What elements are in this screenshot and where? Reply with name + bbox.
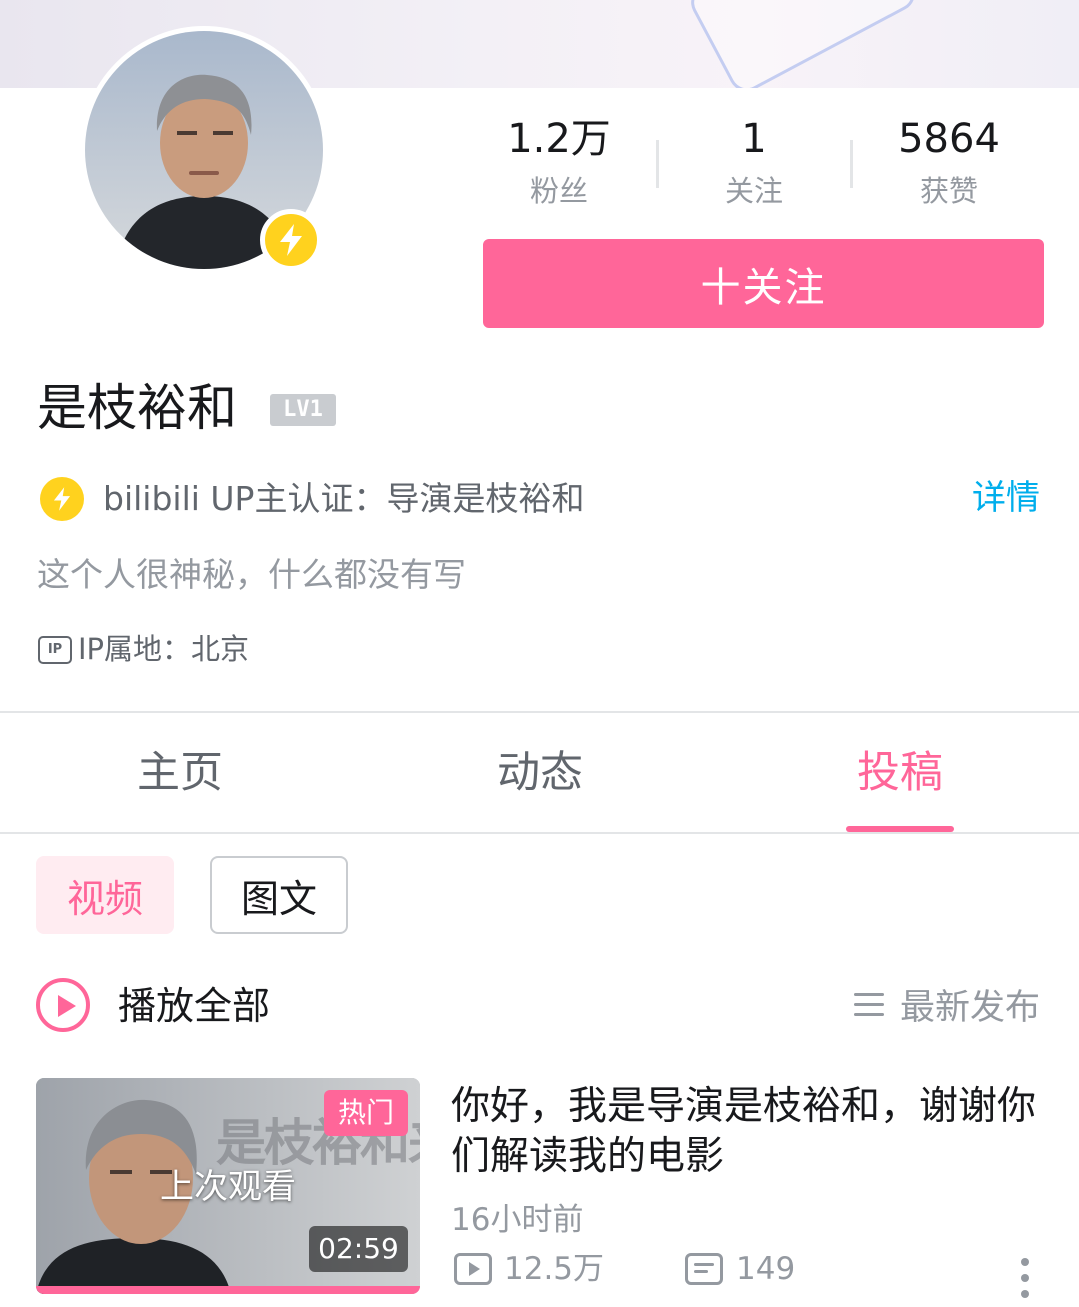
play-all-button[interactable]: 播放全部 xyxy=(118,980,270,1032)
ip-icon: IP xyxy=(38,636,72,664)
danmaku-icon xyxy=(685,1253,723,1285)
video-title[interactable]: 你好，我是导演是枝裕和，谢谢你们解读我的电影 xyxy=(451,1082,1051,1182)
watch-progress-bar xyxy=(36,1286,420,1294)
certification-icon xyxy=(40,477,84,521)
avatar-container[interactable] xyxy=(80,26,328,274)
stat-fans[interactable]: 1.2万 粉丝 xyxy=(462,110,656,214)
certification-text: bilibili UP主认证：导演是枝裕和 xyxy=(103,479,585,518)
lightning-icon xyxy=(280,224,302,256)
banner-decoration xyxy=(684,0,922,88)
bio: 这个人很神秘，什么都没有写 xyxy=(37,555,466,594)
stat-label: 粉丝 xyxy=(529,174,588,208)
stat-likes[interactable]: 5864 获赞 xyxy=(852,110,1046,214)
sort-button[interactable]: 最新发布 xyxy=(900,984,1040,1032)
profile-stats: 1.2万 粉丝 1 关注 5864 获赞 xyxy=(462,110,1046,220)
filter-videos[interactable]: 视频 xyxy=(36,856,174,934)
level-badge: LV1 xyxy=(270,394,336,426)
lightning-icon xyxy=(53,487,71,511)
stat-value: 1 xyxy=(741,116,767,162)
play-circle-icon[interactable] xyxy=(36,978,90,1032)
follow-button[interactable]: 十关注 xyxy=(483,239,1044,328)
verified-badge xyxy=(260,209,322,271)
tab-uploads[interactable]: 投稿 xyxy=(800,742,1000,804)
stat-label: 获赞 xyxy=(919,174,978,208)
divider xyxy=(0,711,1079,713)
stat-value: 5864 xyxy=(898,116,1000,162)
video-views: 12.5万 xyxy=(504,1251,605,1287)
tab-dynamics[interactable]: 动态 xyxy=(440,742,640,804)
tab-home[interactable]: 主页 xyxy=(80,742,280,804)
divider xyxy=(0,832,1079,834)
views-icon xyxy=(454,1253,492,1285)
filter-articles[interactable]: 图文 xyxy=(210,856,348,934)
last-watched-label: 上次观看 xyxy=(160,1167,296,1207)
sort-icon[interactable] xyxy=(854,993,884,1017)
stat-value: 1.2万 xyxy=(507,116,611,162)
hot-badge: 热门 xyxy=(324,1090,408,1136)
stat-label: 关注 xyxy=(724,174,783,208)
details-link[interactable]: 详情 xyxy=(972,474,1040,522)
username: 是枝裕和 xyxy=(37,379,237,437)
stat-following[interactable]: 1 关注 xyxy=(657,110,851,214)
video-danmaku-count: 149 xyxy=(736,1251,796,1287)
more-icon[interactable] xyxy=(1016,1254,1036,1304)
video-publish-time: 16小时前 xyxy=(451,1202,584,1238)
video-duration: 02:59 xyxy=(309,1226,408,1272)
ip-location: IP属地：北京 xyxy=(78,632,250,666)
